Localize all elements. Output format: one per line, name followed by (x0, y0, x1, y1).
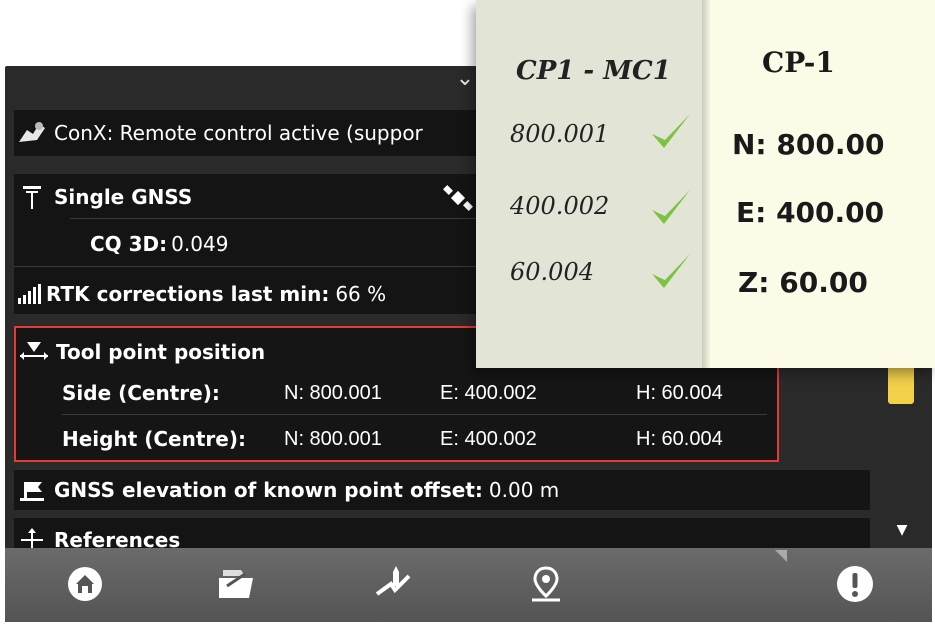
side-centre-e: E: 400.002 (440, 381, 537, 404)
collapse-chevron-icon[interactable]: ⌄ (452, 68, 478, 90)
location-pin-icon (532, 566, 560, 602)
note-fold (702, 0, 710, 368)
elevation-offset-value: 0.00 m (488, 478, 560, 502)
tool-point-icon (18, 338, 50, 366)
project-icon (219, 570, 253, 598)
elevation-offset-label: GNSS elevation of known point offset: (54, 478, 483, 502)
side-centre-n: N: 800.001 (284, 381, 382, 404)
conx-remote-icon (16, 119, 48, 147)
scroll-down-arrow-icon[interactable]: ▼ (890, 522, 914, 542)
check-icon (652, 114, 690, 148)
references-label: References (54, 528, 181, 548)
height-centre-label: Height (Centre): (62, 427, 246, 451)
conx-status-text: ConX: Remote control active (suppor (54, 121, 423, 145)
gnss-title: Single GNSS (54, 185, 193, 209)
home-icon (68, 567, 102, 601)
control-point-e: E: 400.00 (736, 196, 885, 229)
measure-icon (375, 566, 411, 596)
check-icon (652, 254, 690, 288)
control-point-note: CP1 - MC1 800.001 400.002 60.004 CP-1 N:… (476, 0, 935, 368)
height-centre-n: N: 800.001 (284, 427, 382, 450)
note-measurement-e: 400.002 (510, 192, 610, 220)
height-centre-e: E: 400.002 (440, 427, 537, 450)
references-panel[interactable]: References (14, 518, 870, 548)
corner-indicator-icon (775, 550, 787, 562)
note-right-title: CP-1 (762, 46, 835, 79)
home-button[interactable] (57, 556, 113, 612)
control-point-n: N: 800.00 (732, 128, 885, 161)
measure-button[interactable] (365, 556, 421, 612)
note-left-title: CP1 - MC1 (516, 56, 671, 86)
signal-bars-icon (16, 280, 44, 308)
note-measurement-n: 800.001 (510, 120, 610, 148)
rtk-value: 66 % (335, 282, 387, 306)
alert-icon (837, 566, 873, 602)
control-point-z: Z: 60.00 (738, 266, 868, 299)
check-icon (652, 190, 690, 224)
satellite-icon (442, 184, 474, 217)
elevation-offset-panel[interactable]: GNSS elevation of known point offset: 0.… (14, 470, 870, 510)
tool-point-title: Tool point position (56, 340, 266, 364)
side-centre-h: H: 60.004 (636, 381, 723, 404)
bottom-nav-bar (5, 548, 932, 622)
location-button[interactable] (518, 556, 574, 612)
references-icon (16, 526, 48, 548)
alert-button[interactable] (827, 556, 883, 612)
gnss-antenna-icon (16, 183, 48, 211)
height-centre-h: H: 60.004 (636, 427, 723, 450)
project-button[interactable] (207, 556, 263, 612)
cq-3d-value: 0.049 (171, 232, 229, 256)
rtk-label: RTK corrections last min: (46, 282, 330, 306)
scroll-thumb[interactable] (888, 362, 914, 404)
side-centre-label: Side (Centre): (62, 381, 220, 405)
flag-elevation-icon (16, 476, 48, 504)
cq-3d-label: CQ 3D: (90, 232, 168, 256)
note-measurement-z: 60.004 (510, 258, 594, 286)
